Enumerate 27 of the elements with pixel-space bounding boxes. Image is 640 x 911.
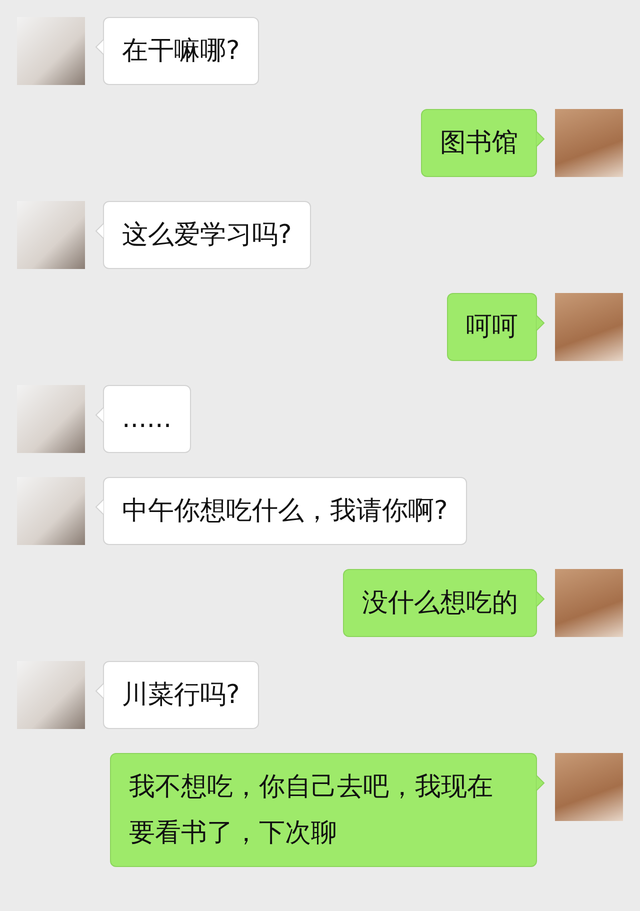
bubble-tail-icon: [536, 591, 545, 607]
bubble-tail-icon: [95, 407, 104, 423]
bubble-tail-icon: [536, 131, 545, 147]
avatar-photo: [555, 569, 623, 637]
avatar-photo: [555, 109, 623, 177]
avatar-photo: [17, 385, 85, 453]
bubble-tail-icon: [536, 775, 545, 791]
message-bubble: 中午你想吃什么，我请你啊?: [103, 477, 467, 545]
message-bubble: 呵呵: [447, 293, 537, 361]
avatar-photo: [17, 201, 85, 269]
message-bubble: 没什么想吃的: [343, 569, 537, 637]
bubble-tail-icon: [536, 315, 545, 331]
avatar-photo: [555, 753, 623, 821]
avatar-photo: [17, 477, 85, 545]
bubble-tail-icon: [95, 499, 104, 515]
message-bubble: 这么爱学习吗?: [103, 201, 311, 269]
avatar-photo: [17, 17, 85, 85]
bubble-tail-icon: [95, 223, 104, 239]
avatar-photo: [555, 293, 623, 361]
bubble-tail-icon: [95, 683, 104, 699]
bubble-tail-icon: [95, 39, 104, 55]
message-bubble: 川菜行吗?: [103, 661, 259, 729]
avatar-photo: [17, 661, 85, 729]
message-bubble: 我不想吃，你自己去吧，我现在要看书了，下次聊: [110, 753, 537, 867]
message-bubble: 在干嘛哪?: [103, 17, 259, 85]
message-bubble: 图书馆: [421, 109, 537, 177]
message-bubble: ......: [103, 385, 191, 453]
